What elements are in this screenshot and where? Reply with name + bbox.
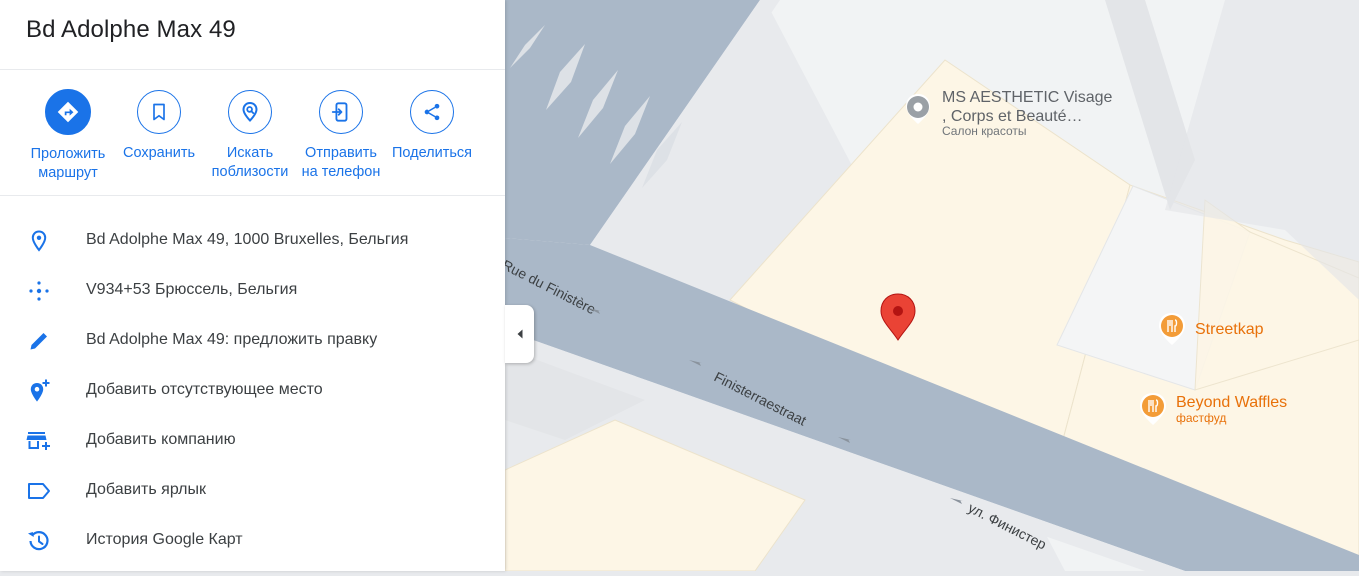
directions-icon	[45, 89, 91, 135]
poi-name-beyond-waffles[interactable]: Beyond Waffles	[1176, 394, 1287, 411]
share-label: Поделиться	[391, 145, 473, 161]
share-icon	[410, 90, 454, 134]
directions-label-2: маршрут	[38, 165, 98, 181]
send-to-phone-label-2: на телефон	[301, 164, 381, 180]
bookmark-icon	[137, 90, 181, 134]
save-label: Сохранить	[122, 145, 196, 161]
save-button[interactable]: Сохранить	[111, 90, 207, 163]
address-text: Bd Adolphe Max 49, 1000 Bruxelles, Бельг…	[86, 231, 409, 248]
directions-button[interactable]: Проложить маршрут	[20, 89, 116, 183]
address-row[interactable]: Bd Adolphe Max 49, 1000 Bruxelles, Бельг…	[0, 215, 505, 265]
collapse-panel-button[interactable]	[505, 305, 534, 363]
add-label-text: Добавить ярлык	[86, 481, 207, 498]
poi-name-beauty-salon-1[interactable]: MS AESTHETIC Visage	[942, 89, 1113, 106]
poi-category-beauty-salon: Салон красоты	[942, 124, 1027, 138]
label-icon	[26, 478, 52, 504]
add-business-icon	[26, 428, 52, 454]
send-to-phone-button[interactable]: Отправить на телефон	[293, 90, 389, 182]
plus-code-text: V934+53 Брюссель, Бельгия	[86, 281, 298, 298]
plus-code-row[interactable]: V934+53 Брюссель, Бельгия	[0, 265, 505, 315]
add-business-text: Добавить компанию	[86, 431, 236, 448]
search-nearby-button[interactable]: Искать поблизости	[202, 90, 298, 182]
divider	[0, 195, 505, 196]
poi-name-beauty-salon-2[interactable]: , Corps et Beauté…	[942, 108, 1083, 125]
maps-history-row[interactable]: История Google Карт	[0, 515, 505, 565]
add-missing-place-text: Добавить отсутствующее место	[86, 381, 323, 398]
add-business-row[interactable]: Добавить компанию	[0, 415, 505, 465]
map-drawing: Rue du Finistère Finisterraestraat ул. Ф…	[500, 0, 1359, 572]
place-panel: Bd Adolphe Max 49 Проложить маршрут Сохра…	[0, 0, 505, 571]
search-nearby-label-2: поблизости	[211, 164, 289, 180]
add-place-icon	[26, 378, 52, 404]
suggest-edit-row[interactable]: Bd Adolphe Max 49: предложить правку	[0, 315, 505, 365]
place-title: Bd Adolphe Max 49	[26, 16, 236, 43]
history-icon	[26, 528, 52, 554]
add-missing-place-row[interactable]: Добавить отсутствующее место	[0, 365, 505, 415]
map-canvas[interactable]: Rue du Finistère Finisterraestraat ул. Ф…	[500, 0, 1359, 572]
directions-label-1: Проложить	[30, 146, 106, 162]
send-to-phone-icon	[319, 90, 363, 134]
maps-history-text: История Google Карт	[86, 531, 243, 548]
nearby-search-icon	[228, 90, 272, 134]
poi-name-streetkap[interactable]: Streetkap	[1195, 321, 1264, 338]
plus-code-icon	[26, 278, 52, 304]
send-to-phone-label-1: Отправить	[305, 145, 377, 161]
share-button[interactable]: Поделиться	[384, 90, 480, 163]
poi-category-beyond-waffles: фастфуд	[1176, 411, 1226, 425]
chevron-left-icon	[517, 329, 522, 339]
location-pin-icon	[26, 228, 52, 254]
suggest-edit-text: Bd Adolphe Max 49: предложить правку	[86, 331, 378, 348]
add-label-row[interactable]: Добавить ярлык	[0, 465, 505, 515]
pencil-icon	[26, 328, 52, 354]
search-nearby-label-1: Искать	[226, 145, 274, 161]
divider	[0, 69, 505, 70]
